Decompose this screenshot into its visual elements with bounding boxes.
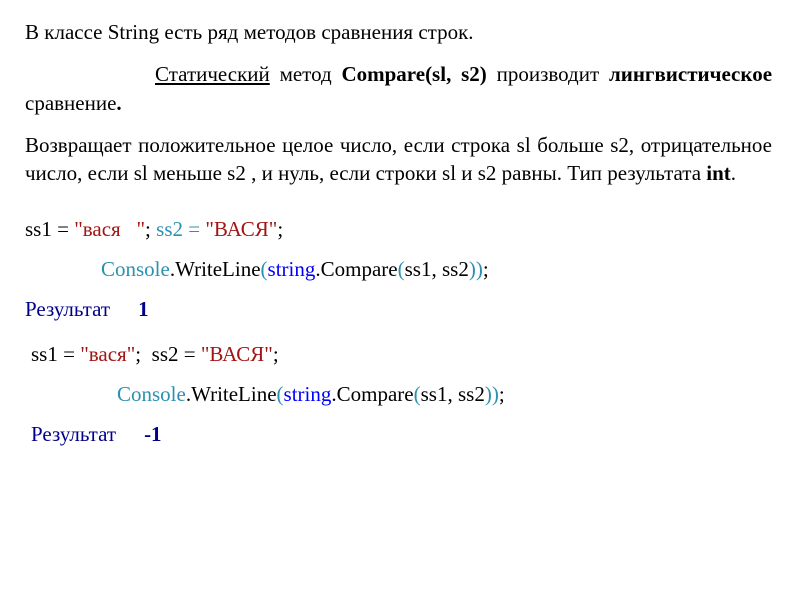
tail2: сравнение bbox=[25, 91, 116, 115]
wl: WriteLine bbox=[175, 257, 260, 281]
method-word: метод bbox=[270, 62, 342, 86]
close: )) bbox=[469, 257, 483, 281]
call-line-2: Console.WriteLine(string.Compare(ss1, ss… bbox=[31, 375, 772, 415]
call-line-1: Console.WriteLine(string.Compare(ss1, ss… bbox=[25, 250, 772, 290]
cwb: Console bbox=[117, 382, 186, 406]
semi: ; bbox=[483, 257, 489, 281]
compare-signature: Compare(sl, s2) bbox=[341, 62, 486, 86]
a1b: ss1 = bbox=[31, 342, 80, 366]
wlb: WriteLine bbox=[191, 382, 276, 406]
open2: ( bbox=[398, 257, 405, 281]
a2: ss2 = bbox=[156, 217, 205, 241]
a1: ss1 = bbox=[25, 217, 74, 241]
result-value-1: 1 bbox=[138, 297, 149, 321]
static-word: Статический bbox=[155, 62, 270, 86]
s1b: "вася" bbox=[80, 342, 135, 366]
semi1b: ; bbox=[135, 342, 151, 366]
closeb: )) bbox=[485, 382, 499, 406]
assign-line-2: ss1 = "вася"; ss2 = "ВАСЯ"; bbox=[31, 335, 772, 375]
dot: . bbox=[116, 91, 121, 115]
code-example-2: ss1 = "вася"; ss2 = "ВАСЯ"; Console.Writ… bbox=[25, 335, 772, 455]
result-label-1: Результат bbox=[25, 297, 110, 321]
compare-description: Статический метод Compare(sl, s2) произв… bbox=[25, 60, 772, 117]
return-description: Возвращает положительное целое число, ес… bbox=[25, 131, 772, 188]
open2b: ( bbox=[414, 382, 421, 406]
semi2b: ; bbox=[273, 342, 279, 366]
openb: ( bbox=[277, 382, 284, 406]
argsb: ss1, ss2 bbox=[421, 382, 485, 406]
args: ss1, ss2 bbox=[405, 257, 469, 281]
assign-line-1: ss1 = "вася "; ss2 = "ВАСЯ"; bbox=[25, 210, 772, 250]
strb: string bbox=[284, 382, 332, 406]
result-line-2: Результат -1 bbox=[31, 415, 772, 455]
s2: "ВАСЯ" bbox=[205, 217, 277, 241]
s2b: "ВАСЯ" bbox=[201, 342, 273, 366]
cmp: Compare bbox=[321, 257, 398, 281]
a2b: ss2 = bbox=[152, 342, 201, 366]
return-dot: . bbox=[731, 161, 736, 185]
semib: ; bbox=[499, 382, 505, 406]
code-example-1: ss1 = "вася "; ss2 = "ВАСЯ"; Console.Wri… bbox=[25, 210, 772, 330]
open: ( bbox=[261, 257, 268, 281]
semi2: ; bbox=[277, 217, 283, 241]
semi1: ; bbox=[145, 217, 156, 241]
slide-content: В классе String есть ряд методов сравнен… bbox=[0, 0, 800, 473]
result-label-2: Результат bbox=[31, 422, 116, 446]
intro-text: В классе String есть ряд методов сравнен… bbox=[25, 18, 772, 46]
s1: "вася " bbox=[74, 217, 145, 241]
cw: Console bbox=[101, 257, 170, 281]
linguistic-word: лингвистическое bbox=[609, 62, 772, 86]
return-text: Возвращает положительное целое число, ес… bbox=[25, 133, 772, 185]
result-line-1: Результат 1 bbox=[25, 290, 772, 330]
cmpb: Compare bbox=[337, 382, 414, 406]
int-word: int bbox=[706, 161, 731, 185]
str: string bbox=[268, 257, 316, 281]
result-value-2: -1 bbox=[144, 422, 162, 446]
tail1: производит bbox=[487, 62, 609, 86]
